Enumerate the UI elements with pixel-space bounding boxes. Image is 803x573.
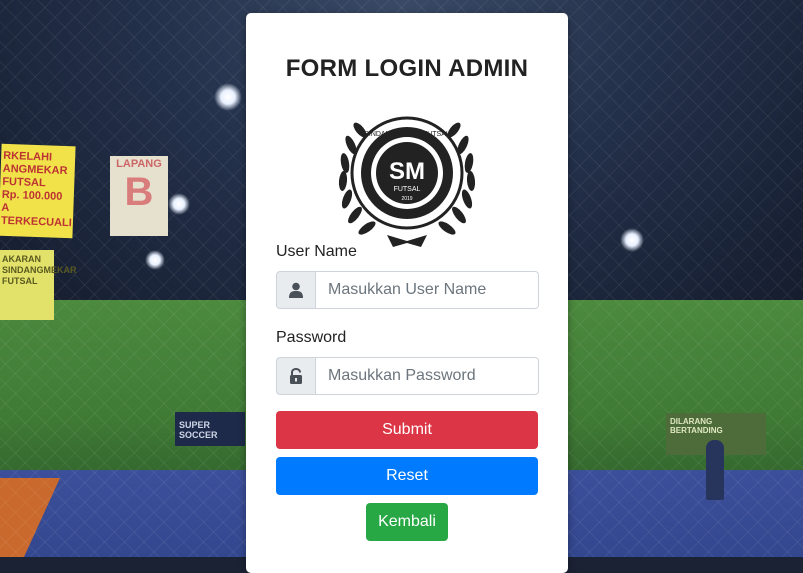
logo-initials: SM [389, 158, 425, 185]
unlock-icon [276, 357, 316, 395]
ceiling-light [168, 193, 190, 215]
page-title: FORM LOGIN ADMIN [285, 55, 529, 82]
lapang-sign: LAPANG B [110, 156, 168, 236]
lapang-sign-label: LAPANG [116, 158, 162, 170]
sponsor-banner: SUPER SOCCER [175, 412, 245, 446]
logo-year: 2019 [401, 196, 412, 202]
reset-button[interactable]: Reset [276, 457, 538, 495]
ceiling-light [214, 83, 242, 111]
submit-button[interactable]: Submit [276, 411, 538, 449]
username-label: User Name [276, 243, 357, 260]
player-figure [706, 440, 724, 500]
login-card: FORM LOGIN ADMIN SINDANGMEKAR FUTSAL SM … [246, 13, 568, 573]
ceiling-light [145, 250, 165, 270]
username-input-group [276, 271, 539, 309]
yellow-banner: RKELAHI ANGMEKAR FUTSAL Rp. 100.000 A TE… [0, 143, 76, 239]
logo-ring-text: SINDANGMEKAR FUTSAL [364, 131, 450, 138]
logo-subtitle: FUTSAL [394, 186, 421, 193]
username-input[interactable] [316, 271, 539, 309]
password-label: Password [276, 329, 347, 346]
back-button[interactable]: Kembali [366, 503, 448, 541]
user-icon [276, 271, 316, 309]
club-logo: SINDANGMEKAR FUTSAL SM FUTSAL 2019 [338, 116, 476, 247]
password-input[interactable] [316, 357, 539, 395]
password-input-group [276, 357, 539, 395]
yellow-banner-small: AKARAN SINDANGMEKAR FUTSAL [0, 250, 77, 320]
lapang-sign-letter: B [124, 170, 154, 214]
ceiling-light [620, 228, 644, 252]
